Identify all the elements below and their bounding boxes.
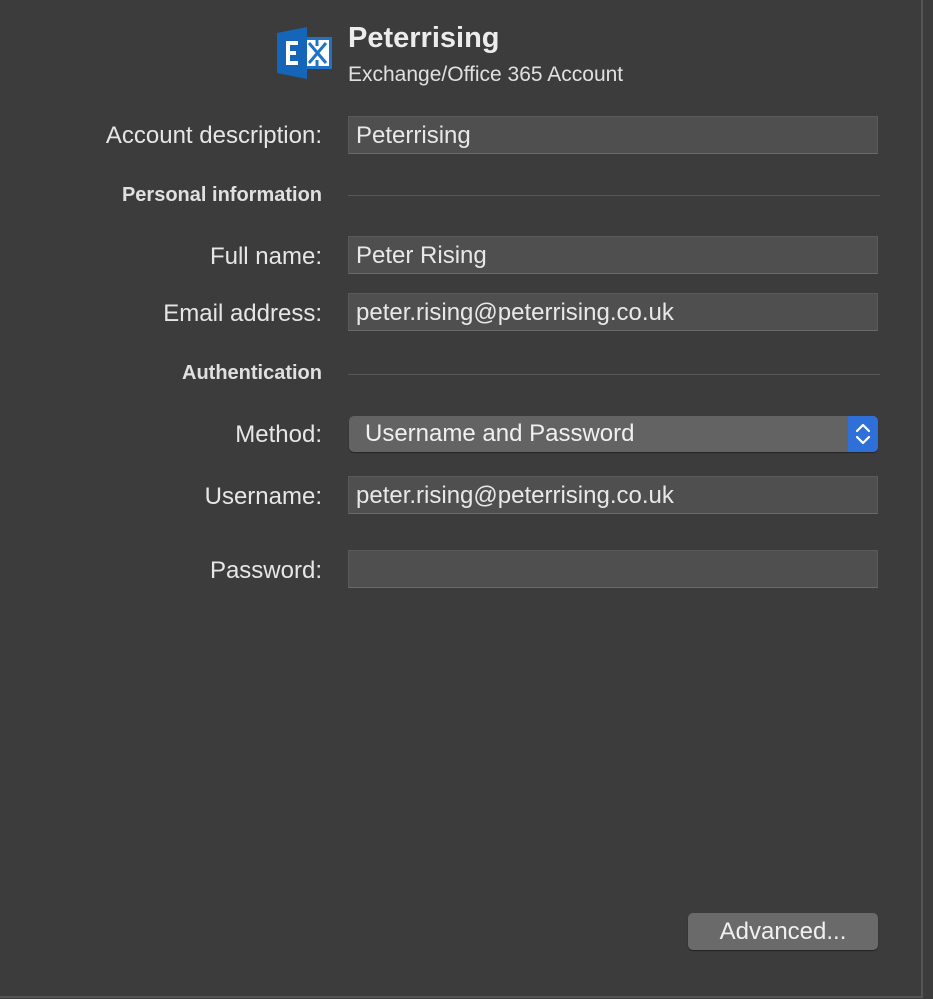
personal-information-divider xyxy=(348,195,880,196)
password-field[interactable] xyxy=(348,550,878,588)
account-description-field[interactable]: Peterrising xyxy=(348,116,878,154)
chevron-up-down-icon xyxy=(848,416,878,452)
password-label: Password: xyxy=(209,557,322,584)
username-label: Username: xyxy=(204,483,322,510)
personal-information-heading: Personal information xyxy=(121,184,322,206)
account-settings-panel: Peterrising Exchange/Office 365 Account … xyxy=(0,0,923,998)
method-select-value: Username and Password xyxy=(365,420,635,447)
exchange-icon xyxy=(277,25,333,81)
account-name: Peterrising xyxy=(348,22,500,54)
account-type: Exchange/Office 365 Account xyxy=(348,63,624,86)
authentication-divider xyxy=(348,374,880,375)
advanced-button[interactable]: Advanced... xyxy=(688,913,878,950)
method-select[interactable]: Username and Password xyxy=(349,416,878,452)
email-address-label: Email address: xyxy=(163,300,322,327)
username-field[interactable]: peter.rising@peterrising.co.uk xyxy=(348,476,878,514)
method-label: Method: xyxy=(235,421,322,448)
full-name-label: Full name: xyxy=(209,243,322,270)
account-description-label: Account description: xyxy=(105,122,322,149)
full-name-field[interactable]: Peter Rising xyxy=(348,236,878,274)
email-address-field[interactable]: peter.rising@peterrising.co.uk xyxy=(348,293,878,331)
authentication-heading: Authentication xyxy=(182,362,322,384)
